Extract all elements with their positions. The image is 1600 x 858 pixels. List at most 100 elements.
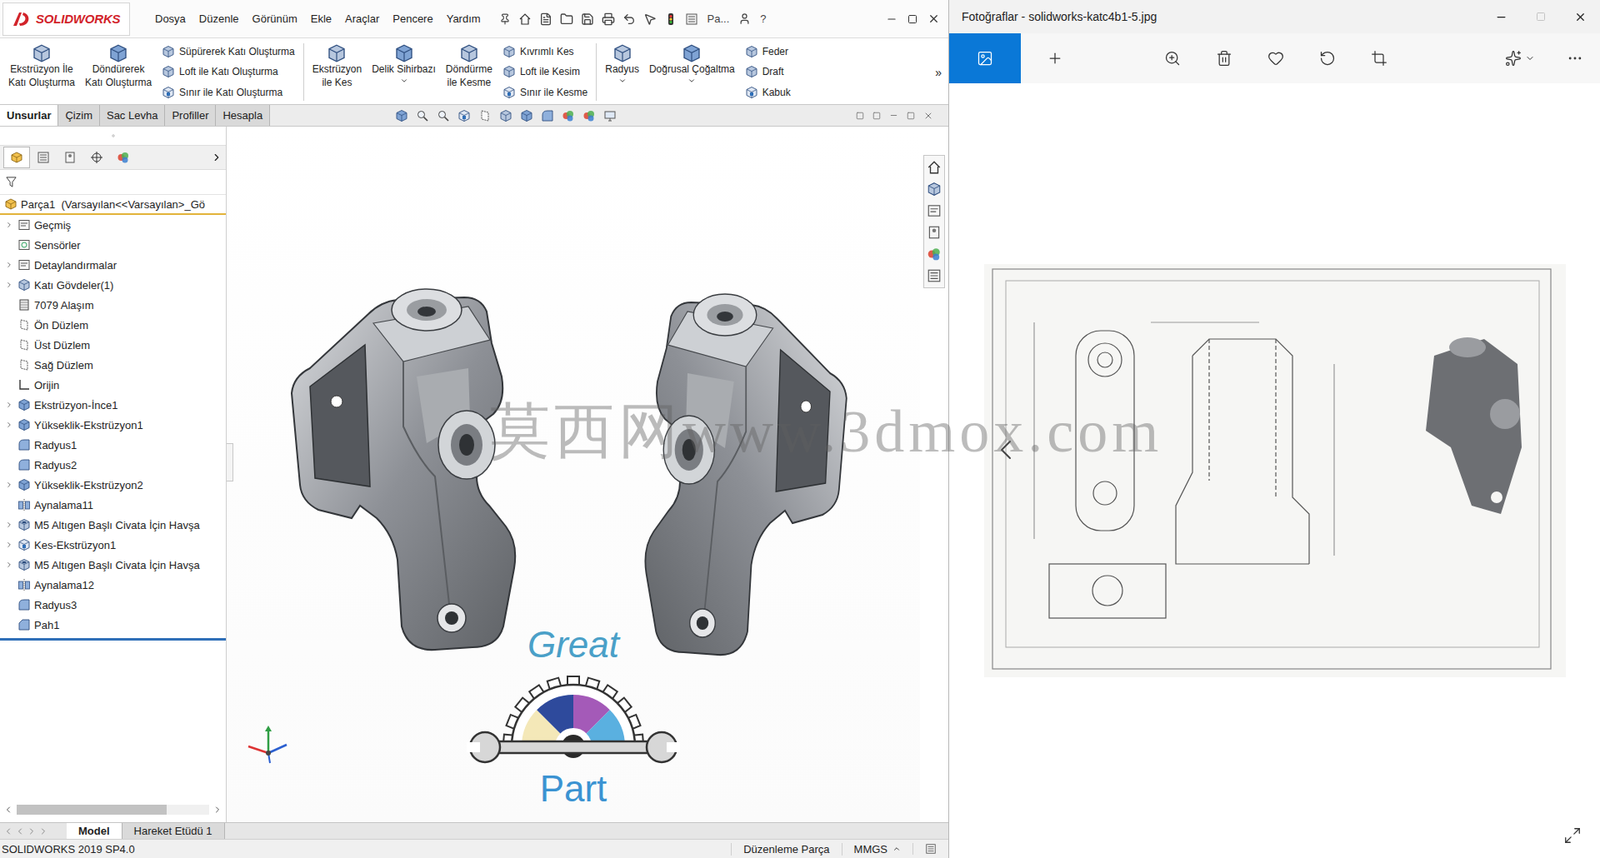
model-tab[interactable]: Hareket Etüdü 1 [122, 823, 225, 840]
panel-tab[interactable] [30, 146, 57, 169]
panel-tab[interactable] [110, 146, 137, 169]
chevron-up-icon[interactable] [892, 845, 901, 854]
dropdown-icon[interactable] [400, 76, 409, 85]
menu-item[interactable]: Yardım [440, 9, 488, 29]
menu-item[interactable]: Pencere [385, 9, 440, 29]
chevron-right-icon[interactable] [210, 151, 223, 164]
chevron-right-icon[interactable] [5, 260, 14, 270]
command-tab[interactable]: Profiller [165, 105, 216, 126]
toolbar-button[interactable] [1490, 33, 1550, 84]
tree-root[interactable]: Parça1 (Varsayılan<<Varsayılan>_Gö [0, 195, 226, 215]
tree-item[interactable]: Geçmiş [0, 215, 226, 235]
toolbar-button[interactable] [1353, 33, 1405, 84]
print-icon[interactable] [601, 12, 615, 26]
ribbon-button[interactable]: DöndürerekKatı Oluşturma [81, 41, 155, 103]
tree-item[interactable]: M5 Altıgen Başlı Civata İçin Havşa [0, 515, 226, 535]
chevron-left-icon[interactable] [989, 433, 1023, 467]
ribbon-button[interactable]: Döndürmeile Kesme [442, 41, 496, 103]
minimize-icon[interactable] [885, 13, 898, 25]
dropdown-icon[interactable] [687, 76, 696, 85]
expander[interactable] [4, 400, 15, 410]
restore-icon[interactable] [906, 111, 915, 120]
tree-item[interactable]: Üst Düzlem [0, 335, 226, 355]
expander[interactable] [4, 560, 15, 570]
ribbon-small-button[interactable]: Kabuk [745, 85, 791, 100]
tree-item[interactable]: Aynalama12 [0, 575, 226, 595]
help-button[interactable]: ? [758, 10, 768, 27]
search-label[interactable]: Pa... [705, 10, 732, 27]
previous-icon[interactable] [15, 826, 25, 837]
toolbar-button[interactable] [1550, 33, 1600, 84]
scroll-track[interactable] [16, 805, 210, 815]
part-left[interactable] [291, 289, 515, 650]
chevron-right-icon[interactable] [5, 420, 14, 430]
tile-icon[interactable] [872, 111, 881, 120]
user-icon[interactable] [738, 12, 751, 25]
chevron-right-icon[interactable] [5, 280, 14, 290]
toolbar-button[interactable] [1250, 33, 1302, 84]
tree-filter[interactable] [0, 170, 226, 195]
dropdown-icon[interactable] [618, 76, 627, 85]
menu-item[interactable]: Ekle [304, 9, 339, 29]
scroll-thumb[interactable] [16, 805, 167, 815]
expander[interactable] [4, 420, 15, 430]
toolbar-button[interactable] [1146, 33, 1199, 84]
panel-tab[interactable] [3, 146, 30, 169]
ribbon-button[interactable]: Radyus [601, 41, 643, 103]
chevron-right-icon[interactable] [5, 480, 14, 490]
model-tab[interactable]: Model [66, 823, 123, 840]
tree-item[interactable]: Sağ Düzlem [0, 355, 226, 375]
command-tab[interactable]: Çizim [58, 105, 100, 126]
tree-item[interactable]: Yükseklik-Ekstrüzyon1 [0, 415, 226, 435]
ribbon-small-button[interactable]: Sınır ile Katı Oluşturma [161, 85, 295, 100]
ribbon-button[interactable]: Delik Sihirbazı [368, 41, 440, 103]
command-tab[interactable]: Sac Levha [100, 105, 165, 126]
tree-item[interactable]: Pah1 [0, 615, 226, 635]
panel-grip[interactable] [0, 126, 226, 145]
menu-item[interactable]: Araçlar [338, 9, 386, 29]
ribbon-more-button[interactable]: » [931, 65, 945, 80]
toolbar-button[interactable] [949, 33, 1021, 84]
scroll-right-icon[interactable] [212, 805, 223, 815]
fullscreen-button[interactable] [1563, 826, 1582, 845]
status-units[interactable]: MMGS [841, 843, 913, 856]
scroll-left-icon[interactable] [3, 805, 14, 815]
tree-item[interactable]: M5 Altıgen Başlı Civata İçin Havşa [0, 555, 226, 575]
ribbon-small-button[interactable]: Loft ile Katı Oluşturma [161, 65, 295, 79]
previous-button[interactable] [989, 433, 1023, 467]
ribbon-button[interactable]: Ekstrüzyon İleKatı Oluşturma [5, 41, 79, 103]
photo-viewer[interactable] [949, 83, 1600, 858]
open-folder-icon[interactable] [560, 12, 574, 26]
tree-item[interactable]: Radyus1 [0, 435, 226, 455]
status-tools[interactable] [912, 843, 949, 855]
rollback-bar[interactable] [0, 638, 226, 641]
menu-item[interactable]: Düzenle [192, 9, 246, 29]
save-icon[interactable] [580, 12, 595, 26]
solidworks-logo[interactable]: SOLIDWORKS [2, 2, 130, 36]
first-icon[interactable] [3, 826, 14, 837]
menu-item[interactable]: Dosya [148, 9, 193, 29]
ribbon-small-button[interactable]: Loft ile Kesim [502, 65, 588, 79]
window-control[interactable] [1495, 10, 1508, 24]
maximize-icon[interactable] [907, 14, 918, 25]
tree-item[interactable]: Sensörler [0, 235, 226, 255]
close-icon[interactable] [927, 12, 940, 25]
pin-icon[interactable] [499, 13, 511, 25]
panel-tab[interactable] [83, 146, 110, 169]
command-tab[interactable]: Hesapla [215, 105, 270, 126]
part-right[interactable] [645, 294, 846, 655]
tile-icon[interactable] [855, 111, 865, 120]
window-control-icon[interactable] [1495, 10, 1508, 24]
tree-item[interactable]: Katı Gövdeler(1) [0, 275, 226, 295]
expander[interactable] [4, 520, 15, 530]
ribbon-button[interactable]: Doğrusal Çoğaltma [645, 41, 739, 103]
expand-icon[interactable] [1563, 826, 1582, 845]
ribbon-small-button[interactable]: Feder [745, 45, 791, 59]
tree-item[interactable]: Radyus2 [0, 455, 226, 475]
tree-item[interactable]: Orijin [0, 375, 226, 395]
horizontal-scrollbar[interactable] [3, 802, 223, 818]
tree-item[interactable]: 7079 Alaşım [0, 295, 226, 315]
toolbar-button[interactable] [1301, 33, 1354, 84]
chevron-right-icon[interactable] [5, 540, 14, 550]
chevron-right-icon[interactable] [5, 400, 14, 410]
